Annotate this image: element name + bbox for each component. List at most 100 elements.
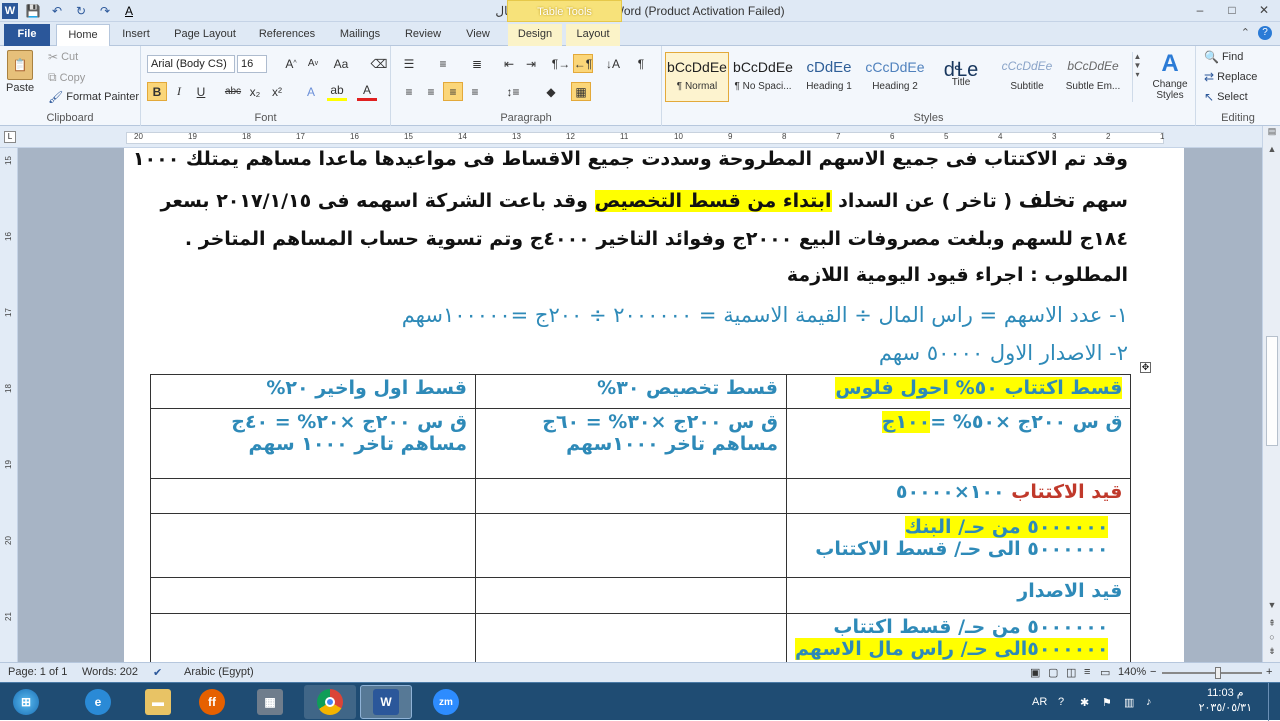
font-color-quick-icon[interactable]: A	[120, 2, 138, 20]
table-cell[interactable]: ٥٠٠٠٠٠٠ من حـ/ قسط اكتتاب ٥٠٠٠٠٠٠الى حـ/ …	[785, 613, 1132, 662]
vertical-scrollbar[interactable]: ▤ ▲ ▼ ⇞ ○ ⇟	[1262, 126, 1280, 662]
table-cell[interactable]	[475, 577, 787, 614]
change-case-icon[interactable]: Aa	[331, 54, 351, 73]
ruler-toggle-icon[interactable]: ▤	[1263, 126, 1280, 142]
table-cell[interactable]	[475, 613, 787, 662]
word-count[interactable]: Words: 202	[82, 666, 138, 678]
style-subtitle[interactable]: cCcDdEe Subtitle	[995, 52, 1059, 102]
style-normal[interactable]: bCcDdEe ¶ Normal	[665, 52, 729, 102]
tab-design[interactable]: Design	[508, 24, 562, 46]
style-subtle-emphasis[interactable]: bCcDdEe Subtle Em...	[1061, 52, 1125, 102]
table-cell[interactable]	[150, 478, 476, 514]
table-cell[interactable]: ق س ٢٠٠ج ×٥٠% =١٠٠ج	[785, 408, 1132, 479]
close-button[interactable]: ✕	[1248, 0, 1280, 20]
select-button[interactable]: ↖ Select	[1204, 90, 1248, 104]
style-title[interactable]: dꞭe Title	[929, 52, 993, 102]
page-count[interactable]: Page: 1 of 1	[8, 666, 67, 678]
taskbar-ie[interactable]: e	[72, 685, 124, 719]
volume-icon[interactable]: ♪	[1146, 683, 1152, 721]
table-cell[interactable]: ق س ٢٠٠ج ×٣٠% = ٦٠ج مساهم تاخر ١٠٠٠سهم	[475, 408, 787, 479]
scroll-down-icon[interactable]: ▼	[1263, 600, 1280, 616]
borders-icon[interactable]: ▦	[571, 82, 591, 101]
flag-icon[interactable]: ⚑	[1102, 683, 1112, 721]
decrease-indent-icon[interactable]: ⇤	[499, 54, 519, 73]
bluetooth-icon[interactable]: ✱	[1080, 683, 1089, 721]
help-tray-icon[interactable]: ?	[1058, 683, 1064, 721]
taskbar-word[interactable]: W	[360, 685, 412, 719]
zoom-out-icon[interactable]: −	[1150, 666, 1156, 678]
strikethrough-button[interactable]: abc	[223, 82, 243, 101]
tab-layout[interactable]: Layout	[566, 24, 620, 46]
table-cell[interactable]	[475, 513, 787, 578]
replace-button[interactable]: ⇄ Replace	[1204, 70, 1257, 84]
cut-button[interactable]: ✂ Cut	[48, 50, 78, 64]
outline-icon[interactable]: ≡	[1084, 666, 1090, 678]
copy-button[interactable]: ⧉ Copy	[48, 70, 85, 85]
tab-references[interactable]: References	[250, 24, 324, 46]
scroll-thumb[interactable]	[1266, 336, 1278, 446]
ltr-icon[interactable]: ¶→	[551, 54, 571, 73]
table-move-handle-icon[interactable]: ✥	[1140, 362, 1151, 373]
tab-selector-icon[interactable]: L	[4, 131, 16, 143]
zoom-slider[interactable]	[1162, 672, 1262, 674]
change-styles-button[interactable]: A Change Styles	[1148, 50, 1192, 101]
redo-icon[interactable]: ↻	[72, 2, 90, 20]
table-cell[interactable]: قسط اول واخير ٢٠%	[150, 374, 476, 409]
tab-mailings[interactable]: Mailings	[330, 24, 390, 46]
italic-button[interactable]: I	[169, 82, 189, 101]
increase-indent-icon[interactable]: ⇥	[521, 54, 541, 73]
proofing-icon[interactable]: ✔	[153, 666, 162, 679]
taskbar-firefox[interactable]: ff	[186, 685, 238, 719]
bullets-icon[interactable]: ☰	[399, 54, 419, 73]
text-effects-icon[interactable]: A	[301, 82, 321, 101]
table-cell[interactable]: قسط تخصيص ٣٠%	[475, 374, 787, 409]
show-marks-button[interactable]: ¶	[631, 54, 651, 73]
table-cell[interactable]	[475, 478, 787, 514]
style-no-spacing[interactable]: bCcDdEe ¶ No Spaci...	[731, 52, 795, 102]
table-cell[interactable]: ٥٠٠٠٠٠٠ من حـ/ البنك ٥٠٠٠٠٠٠ الى حـ/ قسط …	[785, 513, 1132, 578]
minimize-ribbon-icon[interactable]: ⌃	[1241, 26, 1250, 39]
language-indicator[interactable]: Arabic (Egypt)	[184, 666, 254, 678]
scroll-up-icon[interactable]: ▲	[1263, 144, 1280, 160]
zoom-percent[interactable]: 140%	[1118, 666, 1146, 678]
format-painter-button[interactable]: 🖌 Format Painter	[48, 90, 139, 104]
maximize-button[interactable]: □	[1216, 0, 1248, 20]
horizontal-ruler[interactable]: L 20 19 18 17 16 15 14 13 12 11 10 9 8 7 6 5 4 3 2 1	[0, 126, 1280, 148]
taskbar-chrome[interactable]	[304, 685, 356, 719]
zoom-slider-knob[interactable]	[1215, 667, 1221, 679]
save-icon[interactable]: 💾	[24, 2, 42, 20]
show-desktop-button[interactable]	[1268, 683, 1280, 721]
underline-button[interactable]: U	[191, 82, 211, 101]
bold-button[interactable]: B	[147, 82, 167, 101]
line-spacing-icon[interactable]: ↕≡	[503, 82, 523, 101]
align-right-icon[interactable]: ≡	[443, 82, 463, 101]
highlight-icon[interactable]: ab	[327, 82, 347, 101]
document-page[interactable]: وقد تم الاكتتاب فى جميع الاسهم المطروحة …	[124, 148, 1184, 662]
multilevel-list-icon[interactable]: ≣	[467, 54, 487, 73]
table-cell[interactable]	[150, 513, 476, 578]
clock[interactable]: 11:03 م ٢٠٣٥/٠٥/٣١	[1199, 686, 1252, 716]
style-heading-2[interactable]: cCcDdEe Heading 2	[863, 52, 927, 102]
paste-button[interactable]: 📋 Paste	[6, 50, 34, 94]
style-heading-1[interactable]: cDdEe Heading 1	[797, 52, 861, 102]
full-screen-icon[interactable]: ▢	[1048, 666, 1058, 679]
tab-insert[interactable]: Insert	[112, 24, 160, 46]
taskbar-calculator[interactable]: ▦	[244, 685, 296, 719]
font-name-combo[interactable]: Arial (Body CS)	[147, 55, 235, 73]
align-left-icon[interactable]: ≡	[399, 82, 419, 101]
tab-file[interactable]: File	[4, 24, 50, 46]
table-cell[interactable]	[150, 613, 476, 662]
justify-icon[interactable]: ≡	[465, 82, 485, 101]
table-cell[interactable]: قيد الاصدار	[785, 577, 1132, 614]
styles-scroll-icon[interactable]: ▲ ▼ ▾	[1132, 52, 1142, 102]
taskbar-explorer[interactable]: ▬	[132, 685, 184, 719]
repeat-icon[interactable]: ↷	[96, 2, 114, 20]
lang-indicator[interactable]: AR	[1032, 683, 1047, 721]
font-color-icon[interactable]: A	[357, 82, 377, 101]
minimize-button[interactable]: –	[1184, 0, 1216, 20]
superscript-button[interactable]: x²	[267, 82, 287, 101]
tab-page-layout[interactable]: Page Layout	[166, 24, 244, 46]
tab-review[interactable]: Review	[396, 24, 450, 46]
clear-formatting-icon[interactable]: ⌫	[369, 54, 389, 73]
numbering-icon[interactable]: ≡	[433, 54, 453, 73]
